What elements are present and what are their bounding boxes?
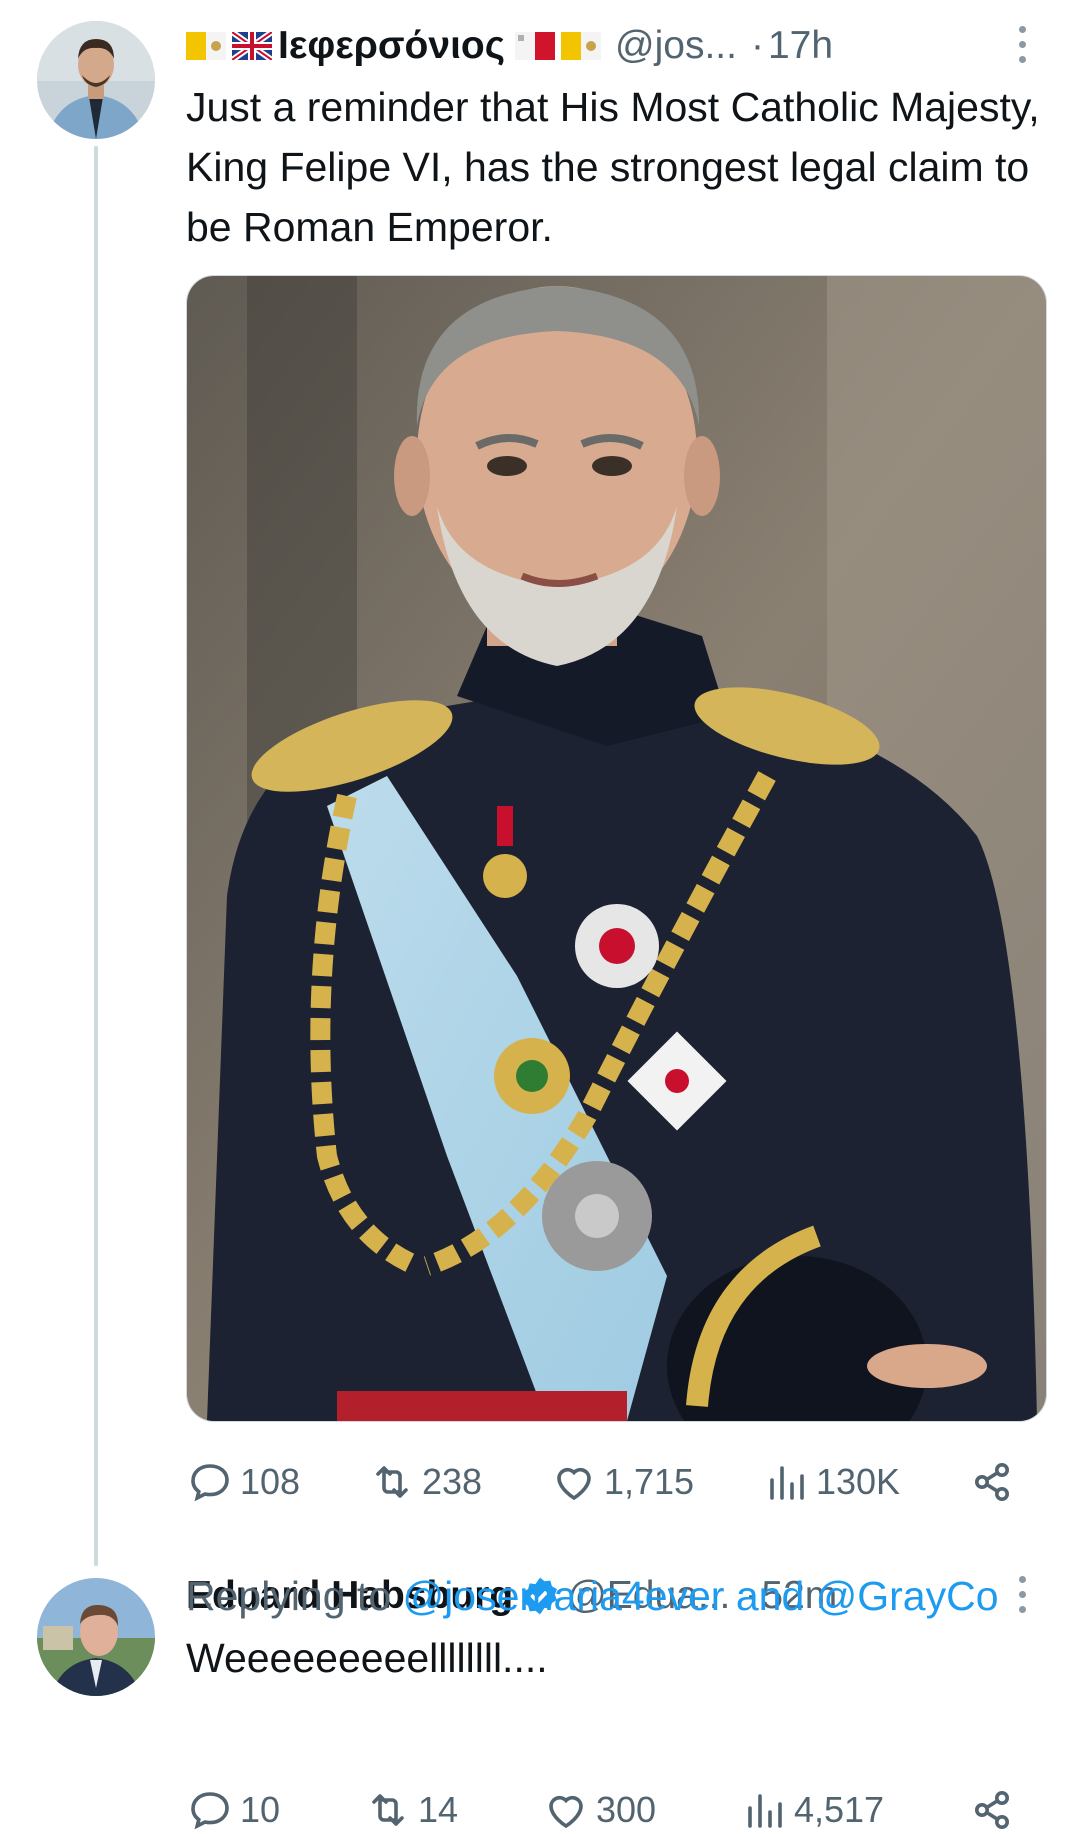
like-count: 300 — [595, 1789, 657, 1830]
repost-icon — [372, 1794, 404, 1826]
reply-tweet-actions: 10 14 300 4,517 — [186, 1786, 1016, 1834]
reply-count: 108 — [240, 1461, 301, 1502]
views-button[interactable]: 4,517 — [740, 1786, 884, 1834]
reply-icon — [191, 1464, 229, 1502]
original-author-name[interactable]: Ιεφερσόνιος — [278, 22, 505, 70]
original-tweet-text: Just a reminder that His Most Catholic M… — [186, 84, 1040, 250]
repost-count: 14 — [417, 1789, 459, 1830]
repost-icon — [376, 1466, 408, 1498]
more-options-icon[interactable] — [1016, 1576, 1028, 1613]
original-tweet-header: Ιεφερσόνιος @jos... · 17h — [186, 22, 833, 70]
share-icon — [974, 1791, 1009, 1829]
views-chart-icon — [748, 1794, 782, 1828]
repost-count: 238 — [421, 1461, 483, 1502]
reply-icon — [191, 1792, 229, 1830]
reply-count: 10 — [240, 1789, 281, 1830]
like-button[interactable]: 1,715 — [550, 1458, 694, 1506]
share-button[interactable] — [968, 1786, 1016, 1834]
replying-to-mentions[interactable]: @josemaria4ever and @GrayCo — [403, 1573, 999, 1619]
views-chart-icon — [770, 1466, 804, 1500]
share-icon — [974, 1463, 1009, 1501]
views-count: 130K — [815, 1461, 901, 1502]
share-button[interactable] — [968, 1458, 1016, 1506]
like-count: 1,715 — [603, 1461, 695, 1502]
repost-button[interactable]: 14 — [364, 1786, 458, 1834]
reply-author-avatar[interactable] — [37, 1578, 155, 1696]
uk-flag-icon — [232, 32, 272, 60]
original-author-avatar[interactable] — [37, 21, 155, 139]
heart-icon — [557, 1467, 591, 1501]
vatican-flag-icon — [186, 32, 226, 60]
original-tweet-timestamp[interactable]: 17h — [768, 22, 833, 70]
views-count: 4,517 — [793, 1789, 885, 1830]
replying-to-line: Replying to @josemaria4ever and @GrayCo — [186, 1568, 999, 1624]
more-options-icon[interactable] — [1016, 26, 1028, 63]
original-tweet-actions: 108 238 1,715 130K — [186, 1458, 1016, 1506]
views-button[interactable]: 130K — [762, 1458, 900, 1506]
replying-to-label: Replying to — [186, 1573, 392, 1619]
vatican-flag-icon — [561, 32, 602, 60]
reply-tweet-text: Weeeeeeeeellllllll.... — [186, 1635, 548, 1681]
reply-button[interactable]: 108 — [186, 1458, 300, 1506]
time-separator: · — [750, 24, 764, 67]
heart-icon — [549, 1795, 583, 1829]
tweet-photo[interactable] — [186, 275, 1047, 1422]
reply-button[interactable]: 10 — [186, 1786, 280, 1834]
like-button[interactable]: 300 — [542, 1786, 656, 1834]
repost-button[interactable]: 238 — [368, 1458, 482, 1506]
thread-connector-line — [94, 146, 98, 1566]
original-author-handle[interactable]: @jos... — [615, 22, 737, 70]
malta-flag-icon — [515, 32, 556, 60]
